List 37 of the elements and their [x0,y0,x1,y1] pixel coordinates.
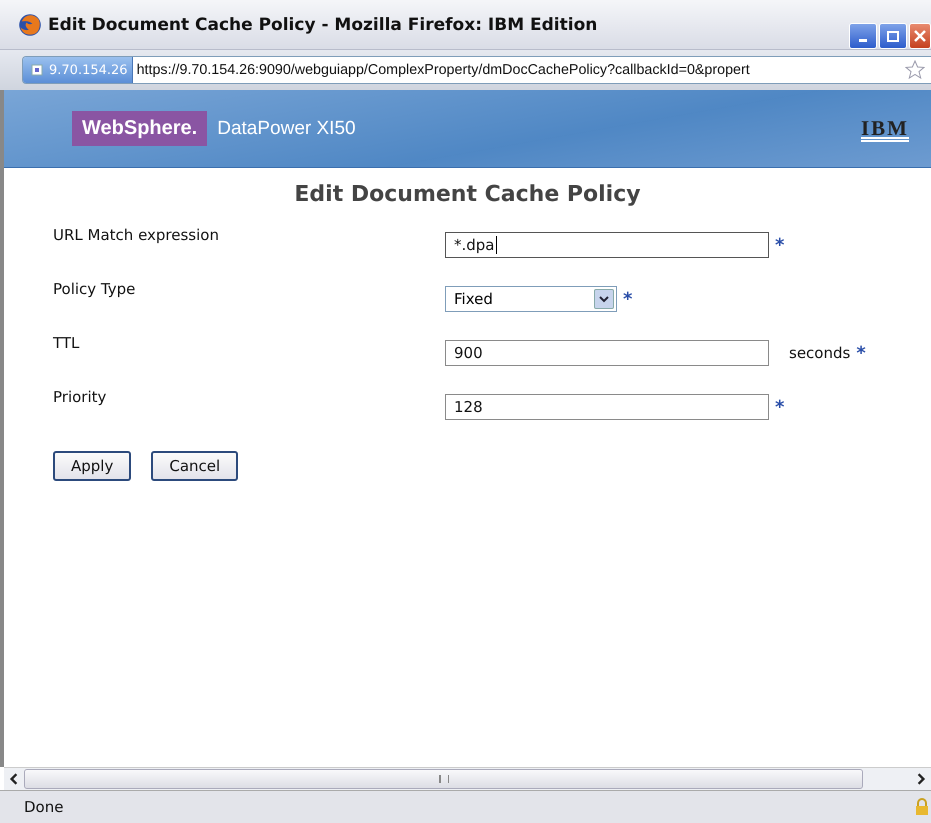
minimize-button[interactable] [849,23,877,49]
required-mark: * [856,342,866,364]
field-label: Priority [53,387,108,407]
required-mark: * [775,396,784,418]
browser-logo-icon [18,12,42,36]
scroll-left-icon[interactable] [8,773,20,785]
form-button[interactable]: Cancel [151,451,238,481]
input-field[interactable]: 900 [445,340,769,366]
maximize-button[interactable] [879,23,907,49]
required-mark: * [775,234,784,256]
brand-label: WebSphere. [72,111,208,146]
product-name: DataPower XI50 [217,118,357,140]
maximize-icon [887,30,899,42]
bookmark-star-icon[interactable] [905,60,925,80]
window-title: Edit Document Cache Policy - Mozilla Firefox: IBM Edition [48,14,598,34]
unit-label: seconds [789,344,850,362]
form-button[interactable]: Apply [53,451,132,481]
required-mark: * [623,288,632,310]
vendor-logo: IBM [861,116,909,141]
field-label: URL Match expression [53,225,220,245]
horizontal-scrollbar[interactable] [4,767,931,790]
address-field[interactable]: 9.70.154.26 https://9.70.154.26:9090/webguiapp/ComplexProperty/dmDocCachePolicy?callbackId=0&propert [22,56,931,84]
input-field[interactable]: 128 [445,394,769,420]
padlock-icon [915,798,929,816]
field-label: Policy Type [53,279,136,299]
form-title: Edit Document Cache Policy [293,182,642,207]
close-icon [914,30,926,42]
status-text: Done [24,798,64,816]
field-label: TTL [53,333,80,353]
url-text: https://9.70.154.26:9090/webguiapp/ComplexProperty/dmDocCachePolicy?callbackId=0&propert [136,62,751,78]
minimize-icon [859,38,867,42]
scroll-right-icon[interactable] [915,773,927,785]
input-field[interactable]: *.dpa [445,232,769,258]
policy-type-dropdown[interactable]: Fixed [445,286,617,312]
close-button[interactable] [909,23,931,49]
page-icon [31,64,43,76]
caret-icon [594,289,614,309]
